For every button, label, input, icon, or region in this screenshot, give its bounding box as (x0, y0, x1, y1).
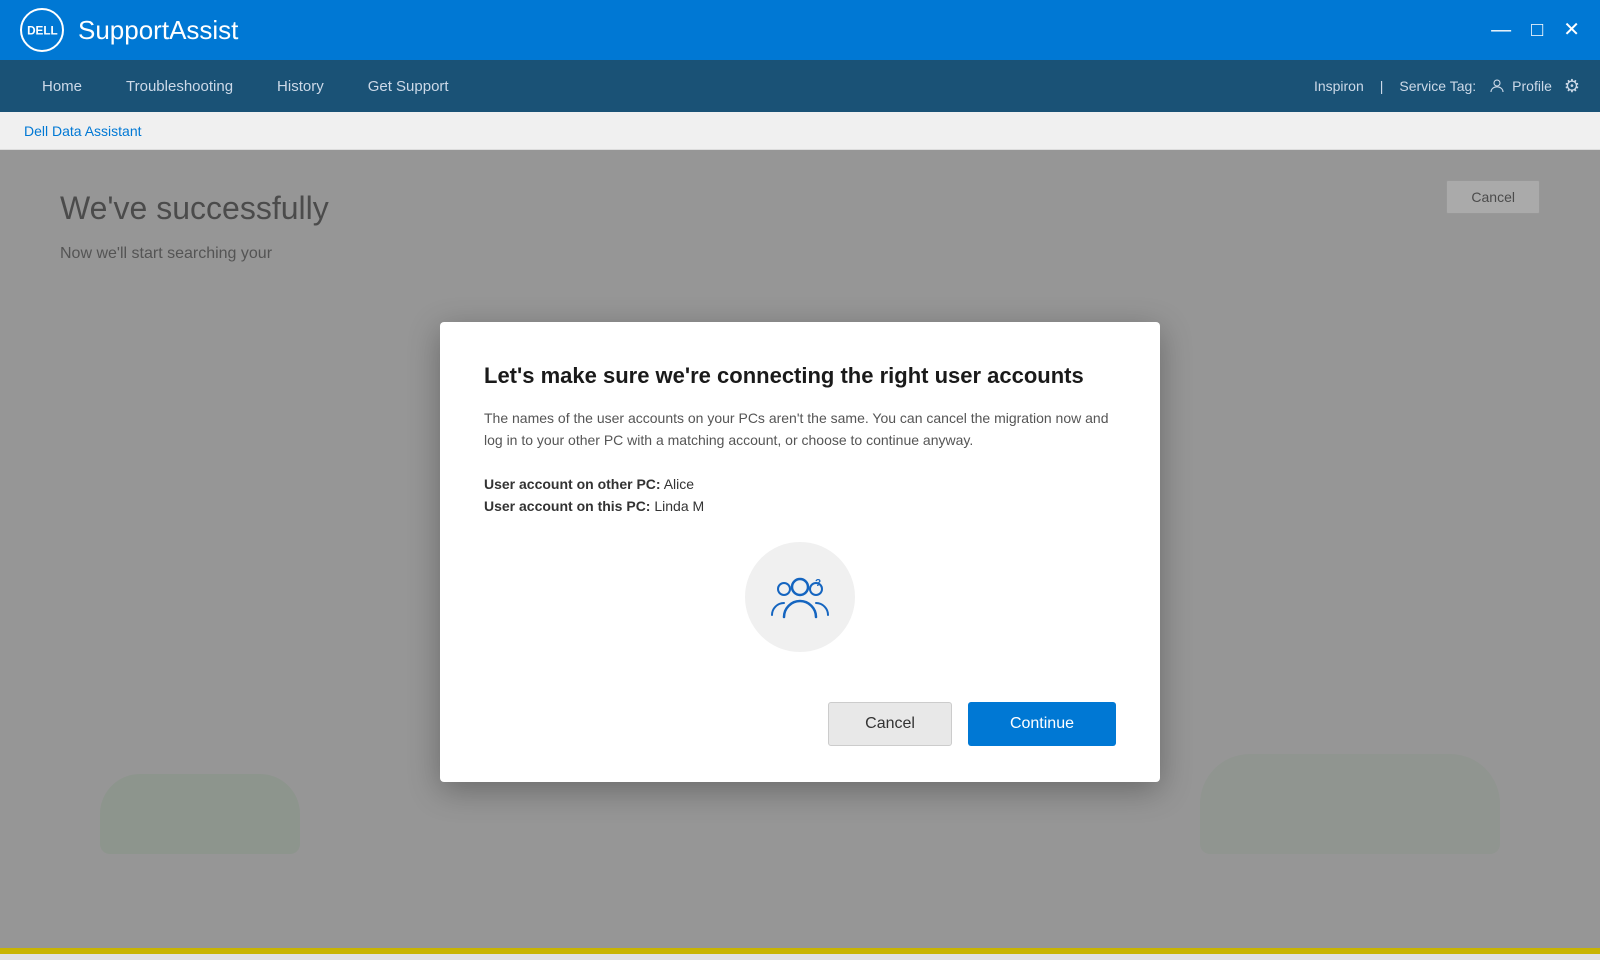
maximize-button[interactable]: □ (1531, 20, 1543, 40)
user-accounts: User account on other PC: Alice User acc… (484, 476, 1116, 514)
this-pc-account-line: User account on this PC: Linda M (484, 498, 1116, 514)
profile-label: Profile (1512, 78, 1552, 94)
modal-buttons: Cancel Continue (484, 702, 1116, 746)
nav-bar: Home Troubleshooting History Get Support… (0, 60, 1600, 112)
icon-area: ? (484, 542, 1116, 652)
window-controls: — □ ✕ (1491, 20, 1580, 40)
nav-item-get-support[interactable]: Get Support (346, 60, 471, 112)
users-icon-circle: ? (745, 542, 855, 652)
nav-item-home[interactable]: Home (20, 60, 104, 112)
nav-right: Inspiron | Service Tag: Profile ⚙ (1314, 76, 1580, 97)
modal-continue-button[interactable]: Continue (968, 702, 1116, 746)
other-pc-account-line: User account on other PC: Alice (484, 476, 1116, 492)
breadcrumb: Dell Data Assistant (24, 123, 142, 139)
modal-dialog: Let's make sure we're connecting the rig… (440, 322, 1160, 781)
close-button[interactable]: ✕ (1563, 20, 1580, 40)
this-pc-account-label: User account on this PC: (484, 498, 650, 514)
other-pc-account-label: User account on other PC: (484, 476, 661, 492)
nav-item-troubleshooting[interactable]: Troubleshooting (104, 60, 255, 112)
modal-title: Let's make sure we're connecting the rig… (484, 362, 1116, 391)
nav-divider: | (1380, 78, 1384, 94)
other-pc-account-name: Alice (664, 476, 694, 492)
nav-item-history[interactable]: History (255, 60, 346, 112)
main-content: We've successfully Now we'll start searc… (0, 150, 1600, 954)
app-title: SupportAssist (78, 15, 238, 46)
profile-area[interactable]: Profile (1488, 77, 1552, 95)
profile-icon (1488, 77, 1506, 95)
dell-logo-icon: DELL (20, 8, 64, 52)
svg-text:DELL: DELL (27, 24, 58, 37)
this-pc-account-name: Linda M (654, 498, 704, 514)
nav-left: Home Troubleshooting History Get Support (20, 60, 471, 112)
service-tag-label: Service Tag: (1399, 78, 1476, 94)
modal-cancel-button[interactable]: Cancel (828, 702, 952, 746)
modal-description: The names of the user accounts on your P… (484, 407, 1116, 452)
title-left: DELL SupportAssist (20, 8, 238, 52)
device-label: Inspiron (1314, 78, 1364, 94)
bottom-bar (0, 948, 1600, 954)
users-icon: ? (768, 565, 832, 629)
svg-text:?: ? (815, 578, 821, 589)
settings-icon[interactable]: ⚙ (1564, 76, 1580, 97)
breadcrumb-bar: Dell Data Assistant (0, 112, 1600, 150)
title-bar: DELL SupportAssist — □ ✕ (0, 0, 1600, 60)
minimize-button[interactable]: — (1491, 20, 1511, 40)
modal-overlay: Let's make sure we're connecting the rig… (0, 150, 1600, 954)
